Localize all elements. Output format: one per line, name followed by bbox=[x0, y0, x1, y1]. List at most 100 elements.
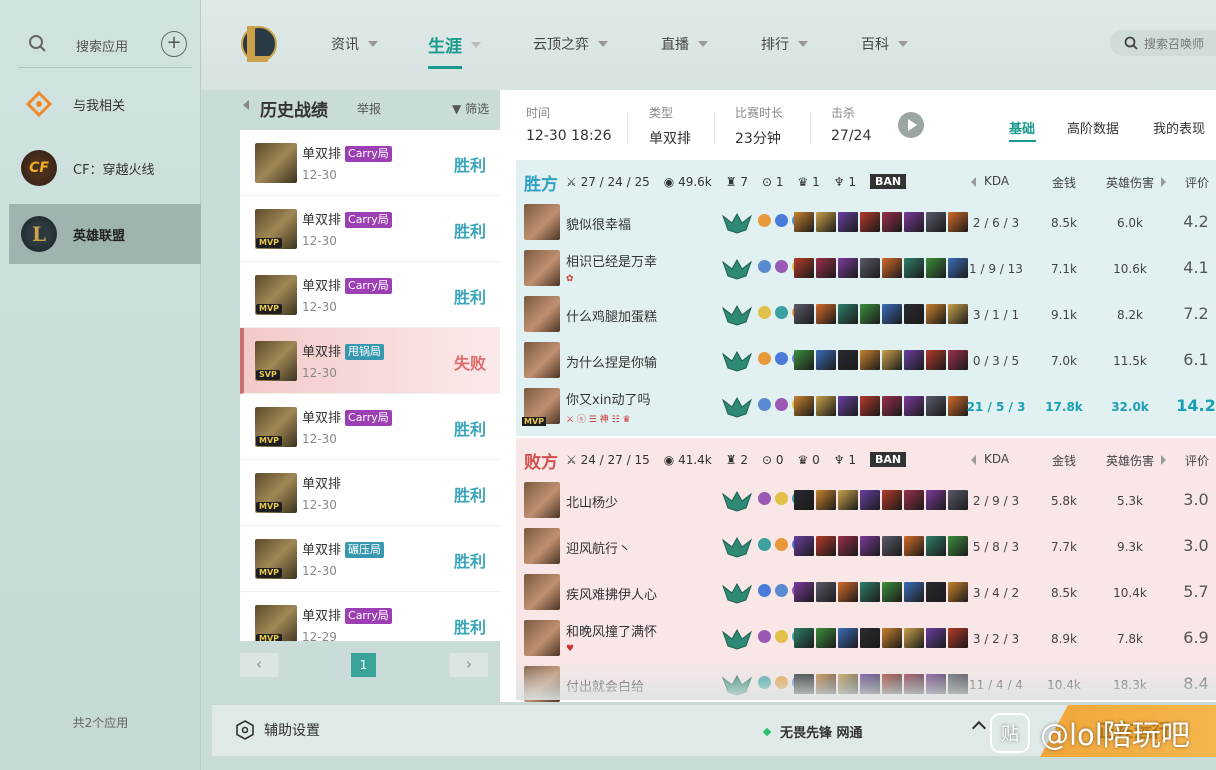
player-name[interactable]: 迎风航行丶 bbox=[566, 538, 631, 557]
item-icon[interactable] bbox=[816, 304, 836, 324]
match-item[interactable]: MVP 单双排 Carry局 12-30 胜利 bbox=[240, 196, 500, 262]
summoner-search-input[interactable]: 搜索召唤师 bbox=[1110, 30, 1216, 56]
item-icon[interactable] bbox=[794, 396, 814, 416]
item-icon[interactable] bbox=[860, 536, 880, 556]
nav-live[interactable]: 直播 bbox=[661, 34, 708, 54]
scroll-right-icon[interactable] bbox=[1161, 455, 1166, 465]
item-icon[interactable] bbox=[926, 490, 946, 510]
tab-my-performance[interactable]: 我的表现 bbox=[1153, 118, 1205, 137]
player-name[interactable]: 疾风难拂伊人心 bbox=[566, 584, 657, 603]
item-icon[interactable] bbox=[904, 350, 924, 370]
assist-settings-button[interactable]: 辅助设置 bbox=[234, 719, 320, 741]
sidebar-item-related[interactable]: 与我相关 bbox=[9, 74, 201, 134]
player-avatar[interactable] bbox=[524, 620, 560, 656]
item-icon[interactable] bbox=[794, 628, 814, 648]
item-icon[interactable] bbox=[860, 304, 880, 324]
sidebar-item-lol[interactable]: L 英雄联盟 bbox=[9, 204, 201, 264]
item-icon[interactable] bbox=[904, 582, 924, 602]
player-name[interactable]: 貌似很幸福 bbox=[566, 214, 631, 233]
item-icon[interactable] bbox=[838, 304, 858, 324]
prev-page-button[interactable]: ‹ bbox=[240, 653, 278, 677]
tab-advanced[interactable]: 高阶数据 bbox=[1067, 118, 1119, 137]
match-item[interactable]: MVP 单双排 Carry局 12-30 胜利 bbox=[240, 394, 500, 460]
item-icon[interactable] bbox=[882, 536, 902, 556]
item-icon[interactable] bbox=[816, 628, 836, 648]
item-icon[interactable] bbox=[926, 304, 946, 324]
player-avatar[interactable] bbox=[524, 296, 560, 332]
player-name[interactable]: 和晚风撞了满怀 bbox=[566, 621, 657, 640]
player-avatar[interactable] bbox=[524, 342, 560, 378]
item-icon[interactable] bbox=[882, 396, 902, 416]
item-icon[interactable] bbox=[882, 582, 902, 602]
item-icon[interactable] bbox=[860, 212, 880, 232]
item-icon[interactable] bbox=[882, 350, 902, 370]
page-number[interactable]: 1 bbox=[351, 653, 376, 677]
nav-career[interactable]: 生涯 bbox=[428, 32, 481, 57]
next-page-button[interactable]: › bbox=[450, 653, 488, 677]
item-icon[interactable] bbox=[838, 258, 858, 278]
player-row[interactable]: 北山杨少 2 / 9 / 3 5.8k 5.3k 3.0 bbox=[516, 478, 1216, 524]
item-icon[interactable] bbox=[816, 582, 836, 602]
player-avatar[interactable] bbox=[524, 250, 560, 286]
item-icon[interactable] bbox=[816, 212, 836, 232]
item-icon[interactable] bbox=[816, 258, 836, 278]
item-icon[interactable] bbox=[816, 536, 836, 556]
match-item[interactable]: MVP 单双排 12-30 胜利 bbox=[240, 460, 500, 526]
item-icon[interactable] bbox=[904, 258, 924, 278]
item-icon[interactable] bbox=[904, 628, 924, 648]
item-icon[interactable] bbox=[860, 396, 880, 416]
item-icon[interactable] bbox=[926, 350, 946, 370]
item-icon[interactable] bbox=[838, 212, 858, 232]
player-name[interactable]: 北山杨少 bbox=[566, 492, 618, 511]
player-row[interactable]: MVP 你又xin动了吗 ⚔ ⓢ ☰ 神 ☷ ♛ 21 / 5 / 3 17.8k 32.… bbox=[516, 384, 1216, 430]
item-icon[interactable] bbox=[882, 490, 902, 510]
item-icon[interactable] bbox=[926, 628, 946, 648]
item-icon[interactable] bbox=[882, 258, 902, 278]
item-icon[interactable] bbox=[794, 582, 814, 602]
item-icon[interactable] bbox=[838, 350, 858, 370]
player-name[interactable]: 相识已经是万幸 bbox=[566, 251, 657, 270]
item-icon[interactable] bbox=[904, 212, 924, 232]
item-icon[interactable] bbox=[860, 490, 880, 510]
item-icon[interactable] bbox=[882, 212, 902, 232]
item-icon[interactable] bbox=[926, 258, 946, 278]
player-row[interactable]: 疾风难拂伊人心 3 / 4 / 2 8.5k 10.4k 5.7 bbox=[516, 570, 1216, 616]
match-item[interactable]: MVP 单双排 碾压局 12-30 胜利 bbox=[240, 526, 500, 592]
nav-wiki[interactable]: 百科 bbox=[861, 34, 908, 54]
nav-news[interactable]: 资讯 bbox=[331, 34, 378, 54]
item-icon[interactable] bbox=[882, 628, 902, 648]
player-avatar[interactable]: MVP bbox=[522, 388, 560, 426]
app-search[interactable]: 搜索应用 + bbox=[18, 28, 192, 68]
item-icon[interactable] bbox=[838, 582, 858, 602]
player-avatar[interactable] bbox=[524, 574, 560, 610]
item-icon[interactable] bbox=[904, 536, 924, 556]
scroll-left-icon[interactable] bbox=[971, 455, 976, 465]
item-icon[interactable] bbox=[926, 536, 946, 556]
item-icon[interactable] bbox=[794, 490, 814, 510]
item-icon[interactable] bbox=[860, 628, 880, 648]
scroll-right-icon[interactable] bbox=[1161, 177, 1166, 187]
nav-ranking[interactable]: 排行 bbox=[761, 34, 808, 54]
item-icon[interactable] bbox=[794, 536, 814, 556]
tab-basic[interactable]: 基础 bbox=[1009, 118, 1035, 137]
item-icon[interactable] bbox=[794, 258, 814, 278]
item-icon[interactable] bbox=[926, 212, 946, 232]
scroll-left-icon[interactable] bbox=[971, 177, 976, 187]
add-app-button[interactable]: + bbox=[161, 31, 187, 57]
player-row[interactable]: 为什么捏是你输 0 / 3 / 5 7.0k 11.5k 6.1 bbox=[516, 338, 1216, 384]
item-icon[interactable] bbox=[838, 536, 858, 556]
item-icon[interactable] bbox=[794, 304, 814, 324]
player-row[interactable]: 什么鸡腿加蛋糕 3 / 1 / 1 9.1k 8.2k 7.2 bbox=[516, 292, 1216, 338]
player-row[interactable]: 相识已经是万幸 ✿ 1 / 9 / 13 7.1k 10.6k 4.1 bbox=[516, 246, 1216, 292]
item-icon[interactable] bbox=[860, 350, 880, 370]
server-select[interactable]: 无畏先锋 网通 bbox=[762, 722, 863, 741]
match-item[interactable]: MVP 单双排 Carry局 12-30 胜利 bbox=[240, 262, 500, 328]
item-icon[interactable] bbox=[904, 304, 924, 324]
ban-button[interactable]: BAN bbox=[869, 174, 907, 189]
item-icon[interactable] bbox=[838, 490, 858, 510]
item-icon[interactable] bbox=[816, 350, 836, 370]
player-name[interactable]: 为什么捏是你输 bbox=[566, 352, 657, 371]
filter-button[interactable]: ▼ 筛选 bbox=[452, 100, 489, 117]
item-icon[interactable] bbox=[860, 258, 880, 278]
item-icon[interactable] bbox=[904, 490, 924, 510]
